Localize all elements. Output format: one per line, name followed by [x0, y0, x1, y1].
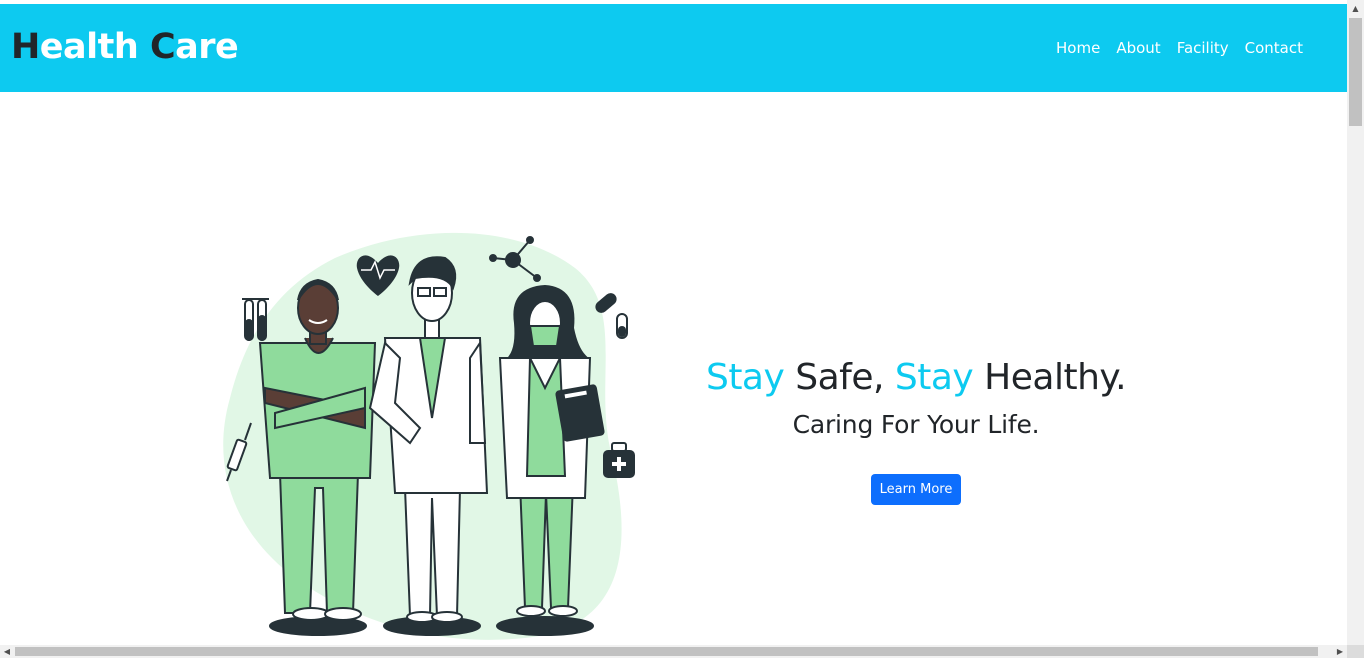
- brand-letter-c: C: [149, 27, 176, 67]
- vertical-scroll-thumb[interactable]: [1349, 18, 1362, 126]
- nav-item-facility: Facility: [1177, 38, 1229, 57]
- hero-text: Stay Safe, Stay Healthy. Caring For Your…: [700, 352, 1132, 505]
- headline-stay-1: Stay: [705, 357, 785, 398]
- brand-text-ealth: ealth: [39, 27, 150, 67]
- scroll-left-icon[interactable]: ◀: [0, 645, 14, 658]
- scrollbar-corner: [1347, 645, 1364, 658]
- nav-link-home[interactable]: Home: [1056, 39, 1100, 57]
- navbar: Health Care Home About Facility Contact: [0, 4, 1347, 92]
- headline-stay-2: Stay: [894, 357, 974, 398]
- horizontal-scroll-thumb[interactable]: [15, 647, 1318, 656]
- doctors-illustration: [223, 232, 635, 640]
- brand-letter-h: H: [11, 27, 40, 67]
- scroll-up-icon[interactable]: ▲: [1347, 0, 1364, 17]
- hero-subheadline: Caring For Your Life.: [792, 410, 1040, 439]
- headline-healthy: Healthy.: [973, 357, 1127, 398]
- horizontal-scrollbar[interactable]: ◀ ▶: [0, 645, 1347, 658]
- brand-text-are: are: [175, 27, 239, 67]
- learn-more-button[interactable]: Learn More: [870, 474, 962, 505]
- nav-link-contact[interactable]: Contact: [1245, 39, 1303, 57]
- vertical-scrollbar[interactable]: ▲ ▼: [1347, 0, 1364, 658]
- headline-safe: Safe,: [784, 357, 895, 398]
- nav-link-about[interactable]: About: [1116, 39, 1160, 57]
- nav-links: Home About Facility Contact: [1040, 38, 1303, 57]
- hero-headline: Stay Safe, Stay Healthy.: [700, 352, 1132, 404]
- nav-item-contact: Contact: [1245, 38, 1303, 57]
- nav-item-home: Home: [1056, 38, 1100, 57]
- scroll-right-icon[interactable]: ▶: [1333, 645, 1347, 658]
- nav-link-facility[interactable]: Facility: [1177, 39, 1229, 57]
- nav-item-about: About: [1116, 38, 1160, 57]
- brand-logo[interactable]: Health Care: [11, 24, 239, 70]
